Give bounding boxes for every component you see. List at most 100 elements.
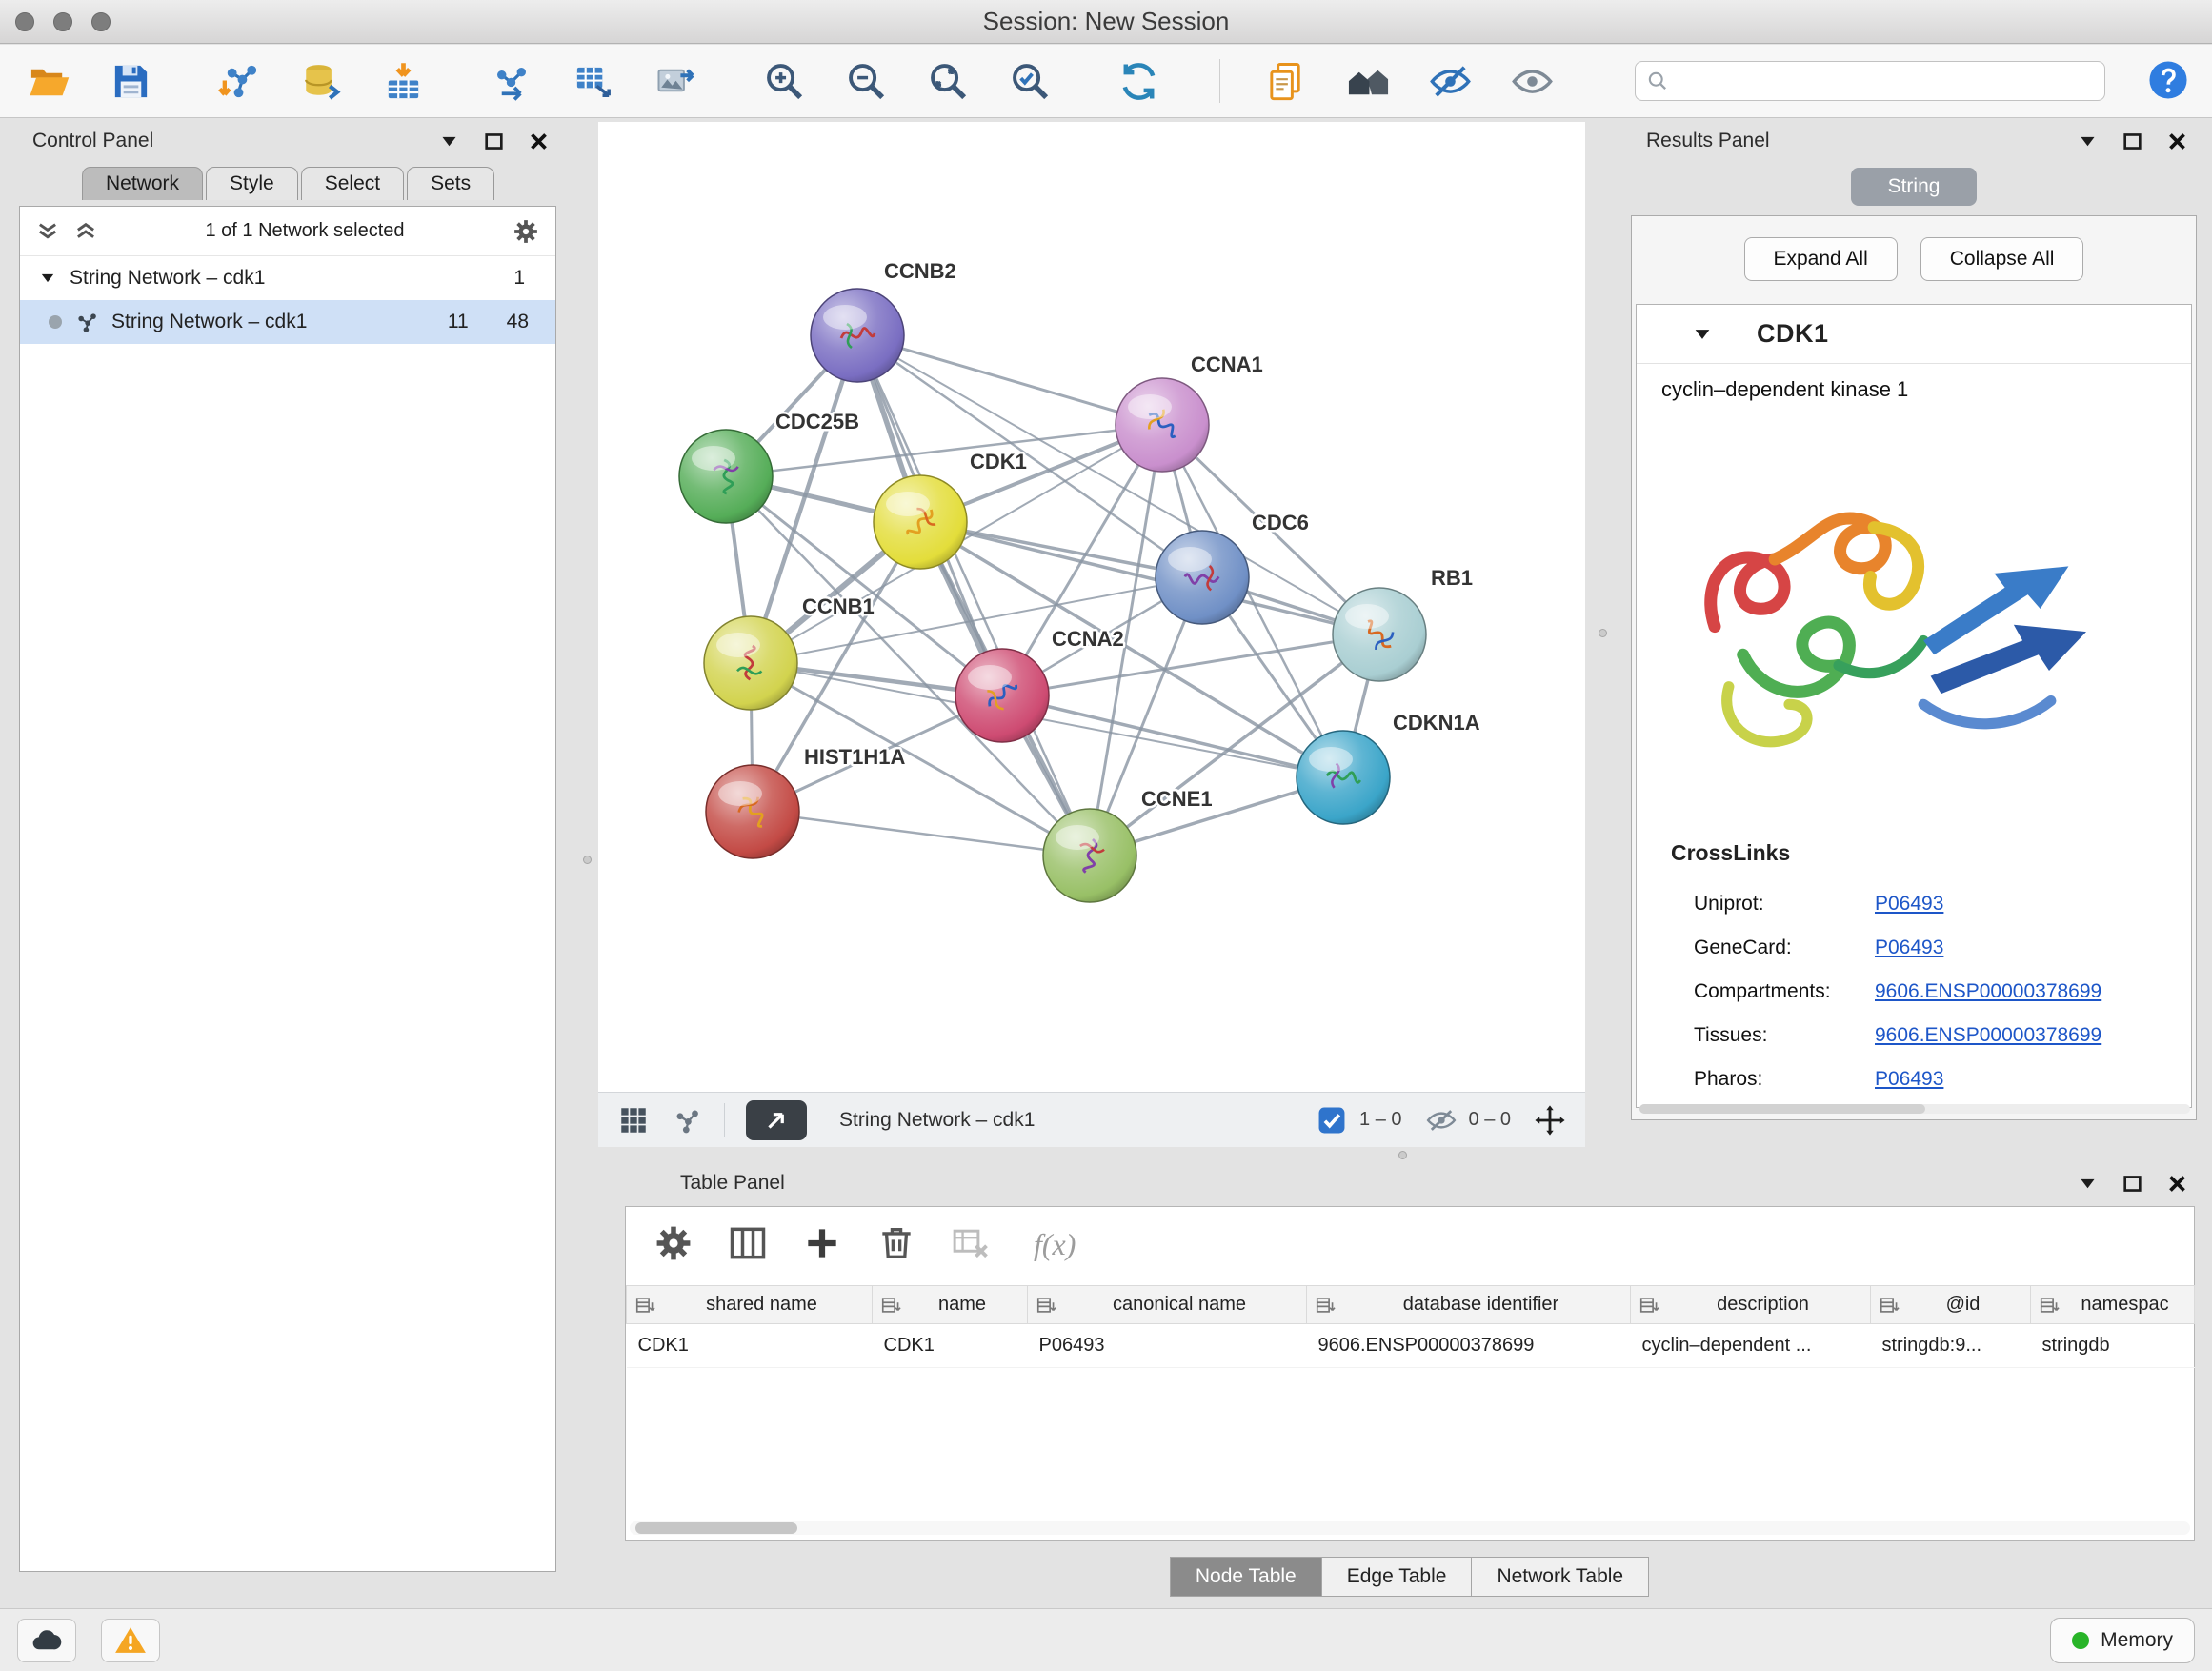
birdseye-toggle-button[interactable]	[746, 1100, 807, 1140]
gene-section: CDK1 cyclin–dependent kinase 1	[1636, 304, 2192, 1108]
settings-button[interactable]	[649, 1219, 698, 1269]
collection-expand-icon[interactable]	[37, 268, 58, 289]
close-results-panel-icon[interactable]	[2165, 130, 2189, 153]
network-node-CCNE1[interactable]: CCNE1	[1043, 787, 1213, 902]
network-node-CCNB1[interactable]: CCNB1	[704, 594, 875, 710]
maximize-control-panel-icon[interactable]	[482, 130, 506, 153]
copy-document-button[interactable]	[1258, 53, 1314, 109]
gene-section-header[interactable]: CDK1	[1637, 305, 2191, 364]
tab-network-table[interactable]: Network Table	[1471, 1557, 1649, 1597]
table-scrollbar-thumb[interactable]	[635, 1522, 797, 1534]
column-header[interactable]: canonical name	[1028, 1286, 1307, 1324]
collapse-all-button[interactable]: Collapse All	[1920, 237, 2084, 281]
tab-node-table[interactable]: Node Table	[1170, 1557, 1322, 1597]
clone-network-button[interactable]	[484, 53, 539, 109]
network-node-CDC25B[interactable]: CDC25B	[679, 410, 859, 523]
close-window-button[interactable]	[15, 12, 34, 31]
table-row[interactable]: CDK1CDK1P064939606.ENSP00000378699cyclin…	[627, 1324, 2195, 1368]
column-header[interactable]: name	[873, 1286, 1028, 1324]
import-database-button[interactable]	[293, 53, 349, 109]
crosslink-pharos[interactable]: P06493	[1875, 1068, 1943, 1091]
tab-string[interactable]: String	[1851, 168, 1977, 206]
memory-button[interactable]: Memory	[2050, 1618, 2195, 1663]
splitter-handle-bottom[interactable]	[1398, 1151, 1407, 1159]
help-button[interactable]	[2145, 58, 2191, 104]
network-node-HIST1H1A[interactable]: HIST1H1A	[706, 745, 905, 858]
network-node-CDC6[interactable]: CDC6	[1156, 511, 1309, 624]
expand-all-button[interactable]: Expand All	[1744, 237, 1898, 281]
import-network-button[interactable]	[211, 53, 267, 109]
zoom-selected-button[interactable]	[1002, 53, 1057, 109]
crosslink-uniprot[interactable]: P06493	[1875, 893, 1943, 916]
show-columns-button[interactable]	[723, 1219, 773, 1269]
zoom-in-button[interactable]	[756, 53, 812, 109]
cloud-status-button[interactable]	[17, 1619, 76, 1662]
hide-unhide-button[interactable]	[1422, 53, 1478, 109]
network-node-CCNA1[interactable]: CCNA1	[1116, 352, 1263, 472]
column-header[interactable]: @id	[1871, 1286, 2031, 1324]
float-table-panel-icon[interactable]	[2076, 1172, 2100, 1196]
expand-all-networks-icon[interactable]	[73, 219, 98, 244]
splitter-handle-left[interactable]	[583, 856, 592, 864]
network-canvas[interactable]: CCNB2CCNA1CDC25BCDK1CDC6RB1CCNB1CCNA2CDK…	[598, 122, 1585, 1092]
maximize-results-panel-icon[interactable]	[2121, 130, 2144, 153]
column-header[interactable]: description	[1631, 1286, 1871, 1324]
import-table-button[interactable]	[375, 53, 431, 109]
network-node-CDK1[interactable]: CDK1	[874, 450, 1027, 569]
zoom-window-button[interactable]	[91, 12, 111, 31]
collapse-gene-icon[interactable]	[1690, 322, 1715, 347]
network-edge[interactable]	[857, 335, 1162, 425]
splitter-handle-right[interactable]	[1599, 629, 1607, 637]
network-edge[interactable]	[753, 812, 1090, 856]
column-header[interactable]: database identifier	[1307, 1286, 1631, 1324]
crosslink-compartments[interactable]: 9606.ENSP00000378699	[1875, 980, 2101, 1003]
tab-select[interactable]: Select	[301, 167, 404, 200]
collapse-all-networks-icon[interactable]	[35, 219, 60, 244]
column-header[interactable]: namespac	[2031, 1286, 2195, 1324]
clear-table-button[interactable]	[946, 1219, 995, 1269]
grid-view-button[interactable]	[617, 1104, 650, 1137]
tab-sets[interactable]: Sets	[407, 167, 494, 200]
show-hide-button[interactable]	[1504, 53, 1559, 109]
network-edge[interactable]	[857, 335, 1090, 856]
zoom-out-button[interactable]	[838, 53, 894, 109]
network-collection-row[interactable]: String Network – cdk1 1	[20, 256, 555, 300]
fit-content-button[interactable]	[1534, 1104, 1566, 1137]
network-view[interactable]: CCNB2CCNA1CDC25BCDK1CDC6RB1CCNB1CCNA2CDK…	[598, 122, 1585, 1092]
warnings-button[interactable]	[101, 1619, 160, 1662]
tab-style[interactable]: Style	[206, 167, 298, 200]
function-builder-button[interactable]: f(x)	[1034, 1227, 1076, 1262]
add-column-button[interactable]	[797, 1219, 847, 1269]
network-node-CDKN1A[interactable]: CDKN1A	[1297, 711, 1480, 824]
maximize-table-panel-icon[interactable]	[2121, 1172, 2144, 1196]
close-table-panel-icon[interactable]	[2165, 1172, 2189, 1196]
network-node-RB1[interactable]: RB1	[1333, 566, 1473, 681]
delete-column-button[interactable]	[872, 1219, 921, 1269]
home-button[interactable]	[1340, 53, 1396, 109]
table-horizontal-scrollbar[interactable]	[630, 1521, 2190, 1535]
string-app-button[interactable]	[671, 1104, 703, 1137]
network-row[interactable]: String Network – cdk1 11 48	[20, 300, 555, 344]
crosslink-tissues[interactable]: 9606.ENSP00000378699	[1875, 1024, 2101, 1047]
tab-network[interactable]: Network	[82, 167, 203, 200]
results-scrollbar[interactable]	[1639, 1104, 2190, 1114]
float-results-panel-icon[interactable]	[2076, 130, 2100, 153]
results-scrollbar-thumb[interactable]	[1639, 1104, 1925, 1114]
network-options-gear-icon[interactable]	[512, 217, 540, 246]
crosslink-row: Tissues:9606.ENSP00000378699	[1637, 1014, 2191, 1057]
zoom-fit-button[interactable]	[920, 53, 975, 109]
save-session-button[interactable]	[103, 53, 158, 109]
search-input[interactable]	[1635, 61, 2105, 101]
open-session-button[interactable]	[21, 53, 76, 109]
close-control-panel-icon[interactable]	[527, 130, 551, 153]
export-image-button[interactable]	[648, 53, 703, 109]
network-node-CCNB2[interactable]: CCNB2	[811, 259, 956, 382]
column-header[interactable]: shared name	[627, 1286, 873, 1324]
refresh-layout-button[interactable]	[1111, 53, 1166, 109]
minimize-window-button[interactable]	[53, 12, 72, 31]
crosslink-genecard[interactable]: P06493	[1875, 936, 1943, 959]
tab-edge-table[interactable]: Edge Table	[1321, 1557, 1473, 1597]
network-edge[interactable]	[1002, 695, 1343, 777]
network-table-button[interactable]	[566, 53, 621, 109]
float-control-panel-icon[interactable]	[437, 130, 461, 153]
